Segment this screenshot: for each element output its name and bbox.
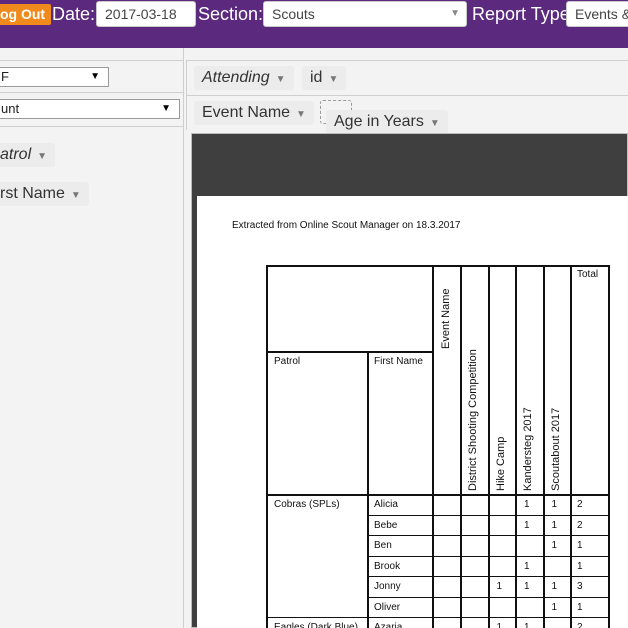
chevron-down-icon: ▼ (37, 151, 48, 162)
report-type-select[interactable]: Events & (566, 1, 628, 27)
row-field-first-name[interactable]: rst Name ▼ (0, 182, 89, 206)
col-header-first-name: First Name (374, 356, 423, 367)
col-field-age-in-years-label: Age in Years (334, 113, 424, 130)
row-total: 2 (577, 519, 583, 531)
table-row-line (367, 576, 609, 577)
row-cell: 1 (551, 540, 558, 551)
report-type-value: Events & (575, 6, 628, 22)
table-border (367, 351, 369, 628)
report-page (197, 196, 628, 628)
chevron-down-icon: ▼ (429, 118, 440, 129)
renderer-value: F (1, 69, 9, 84)
row-total: 1 (577, 540, 583, 551)
top-toolbar: og Out Date: 2017-03-18 Section: Scouts … (0, 0, 628, 48)
table-border (570, 265, 572, 628)
row-field-first-name-label: rst Name (0, 185, 65, 202)
row-first-name: Jonny (374, 581, 401, 592)
row-field-patrol[interactable]: atrol ▼ (0, 143, 56, 167)
chevron-down-icon: ▼ (328, 74, 339, 85)
row-total: 1 (577, 601, 583, 613)
col-field-age-in-years[interactable]: Age in Years ▼ (326, 110, 448, 134)
row-cell: 1 (524, 560, 530, 572)
field-attending[interactable]: Attending ▼ (194, 66, 294, 90)
aggregator-value: unt (1, 101, 20, 116)
row-cell: 1 (551, 601, 558, 613)
row-total: 3 (577, 581, 583, 592)
logout-button[interactable]: og Out (0, 4, 52, 25)
row-first-name: Bebe (374, 519, 398, 531)
divider (0, 126, 184, 127)
row-total: 2 (577, 499, 583, 510)
extract-text: Extracted from Online Scout Manager on 1… (232, 220, 461, 231)
col-header-patrol: Patrol (274, 356, 301, 367)
table-row-line (367, 596, 609, 598)
date-field[interactable]: 2017-03-18 (96, 1, 196, 27)
row-first-name: Alicia (374, 499, 398, 510)
row-cell: 1 (551, 581, 558, 592)
table-row-line (367, 535, 609, 536)
row-field-patrol-label: atrol (0, 146, 32, 163)
row-patrol: Eagles (Dark Blue) (274, 622, 358, 628)
row-cell: 1 (551, 499, 558, 510)
col-header-event: Scoutabout 2017 (549, 407, 562, 491)
row-first-name: Azaria (374, 622, 403, 628)
col-field-event-name-label: Event Name (202, 104, 291, 121)
report-type-label: Report Type: (472, 4, 575, 24)
divider (0, 92, 184, 93)
col-header-event: Hike Camp (494, 436, 507, 491)
chevron-down-icon: ▼ (90, 71, 100, 82)
aggregator-select[interactable]: unt ▼ (0, 99, 180, 119)
row-patrol: Cobras (SPLs) (274, 499, 340, 510)
table-border (542, 265, 545, 628)
table-border (515, 265, 517, 628)
left-panel (0, 48, 184, 628)
table-border (266, 265, 609, 267)
table-border (487, 265, 490, 628)
section-label: Section: (198, 4, 264, 24)
col-field-event-name[interactable]: Event Name ▼ (194, 101, 314, 125)
col-header-event-name: Event Name (440, 288, 452, 349)
row-cell: 1 (524, 519, 530, 531)
field-attending-label: Attending (202, 69, 270, 86)
row-cell: 1 (496, 581, 503, 592)
table-border (608, 265, 610, 628)
col-header-event: Kandersteg 2017 (522, 407, 534, 491)
row-cell: 1 (496, 622, 503, 628)
table-border (266, 351, 432, 353)
renderer-select[interactable]: F ▼ (0, 67, 109, 87)
chevron-down-icon: ▼ (275, 74, 286, 85)
table-row-line (367, 514, 609, 516)
row-total: 2 (577, 622, 583, 628)
table-row-line (266, 617, 609, 618)
row-first-name: Brook (374, 560, 401, 572)
chevron-down-icon: ▼ (70, 190, 81, 201)
field-id[interactable]: id ▼ (302, 66, 347, 90)
section-select[interactable]: Scouts ▼ (263, 1, 467, 27)
row-cell: 1 (524, 499, 530, 510)
section-value: Scouts (272, 6, 315, 22)
col-header-total: Total (577, 269, 599, 280)
chevron-down-icon: ▼ (450, 8, 460, 19)
table-border (460, 265, 462, 628)
table-row-line (367, 555, 609, 557)
divider (0, 60, 184, 61)
table-border (266, 265, 268, 628)
chevron-down-icon: ▼ (161, 103, 171, 114)
table-border (266, 494, 609, 496)
row-first-name: Ben (374, 540, 392, 551)
date-label: Date: (52, 4, 96, 24)
row-cell: 1 (524, 581, 530, 592)
chevron-down-icon: ▼ (296, 109, 306, 120)
row-first-name: Oliver (374, 601, 401, 613)
table-border (432, 265, 434, 628)
row-total: 1 (577, 560, 583, 572)
date-value: 2017-03-18 (105, 6, 177, 22)
col-header-event: District Shooting Competition (467, 349, 479, 491)
row-cell: 1 (551, 519, 558, 531)
row-cell: 1 (524, 622, 530, 628)
field-id-label: id (310, 69, 323, 86)
